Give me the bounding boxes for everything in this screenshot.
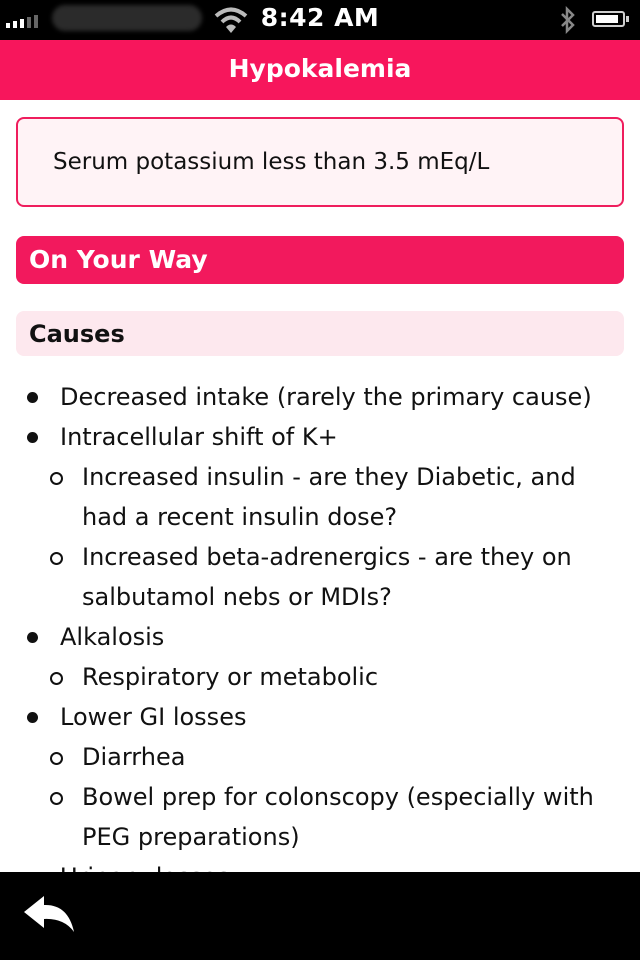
bottom-toolbar [0,872,640,960]
battery-icon [592,11,629,27]
definition-text: Serum potassium less than 3.5 mEq/L [53,149,490,175]
list-item-text: Bowel prep for colonscopy (especially wi… [82,783,594,811]
sub-list-item: Respiratory or metabolic [0,657,640,697]
sub-bullet-icon [50,472,63,485]
sub-bullet-icon [50,672,63,685]
list-item: Decreased intake (rarely the primary cau… [0,377,640,417]
list-item-text: Increased insulin - are they Diabetic, a… [82,463,576,491]
list-item: Intracellular shift of K+ [0,417,640,457]
status-time: 8:42 AM [260,3,380,32]
list-item-text: salbutamol nebs or MDIs? [82,583,392,611]
subsection-header-causes: Causes [16,311,624,356]
causes-list: Decreased intake (rarely the primary cau… [0,377,640,897]
bullet-icon [27,712,38,723]
sub-bullet-icon [50,752,63,765]
sub-bullet-icon [50,552,63,565]
list-item-continuation: had a recent insulin dose? [0,497,640,537]
subsection-title: Causes [29,320,125,348]
sub-list-item: Increased beta-adrenergics - are they on [0,537,640,577]
section-title: On Your Way [29,245,208,274]
bluetooth-icon [561,6,575,34]
list-item-text: had a recent insulin dose? [82,503,398,531]
list-item-text: Increased beta-adrenergics - are they on [82,543,572,571]
page-title: Hypokalemia [228,54,412,83]
bullet-icon [27,432,38,443]
status-bar: 8:42 AM [0,0,640,40]
list-item-text: Alkalosis [60,623,165,651]
list-item-text: PEG preparations) [82,823,300,851]
list-item: Lower GI losses [0,697,640,737]
definition-box: Serum potassium less than 3.5 mEq/L [16,117,624,207]
back-arrow-icon[interactable] [22,892,78,940]
list-item-continuation: PEG preparations) [0,817,640,857]
list-item-continuation: salbutamol nebs or MDIs? [0,577,640,617]
list-item-text: Respiratory or metabolic [82,663,379,691]
section-header-on-your-way[interactable]: On Your Way [16,236,624,284]
sub-list-item: Diarrhea [0,737,640,777]
navigation-title-bar: Hypokalemia [0,40,640,100]
sub-list-item: Increased insulin - are they Diabetic, a… [0,457,640,497]
bullet-icon [27,392,38,403]
list-item-text: Diarrhea [82,743,186,771]
list-item: Alkalosis [0,617,640,657]
list-item-text: Decreased intake (rarely the primary cau… [60,383,592,411]
bullet-icon [27,632,38,643]
sub-list-item: Bowel prep for colonscopy (especially wi… [0,777,640,817]
list-item-text: Intracellular shift of K+ [60,423,338,451]
list-item-text: Lower GI losses [60,703,247,731]
sub-bullet-icon [50,792,63,805]
